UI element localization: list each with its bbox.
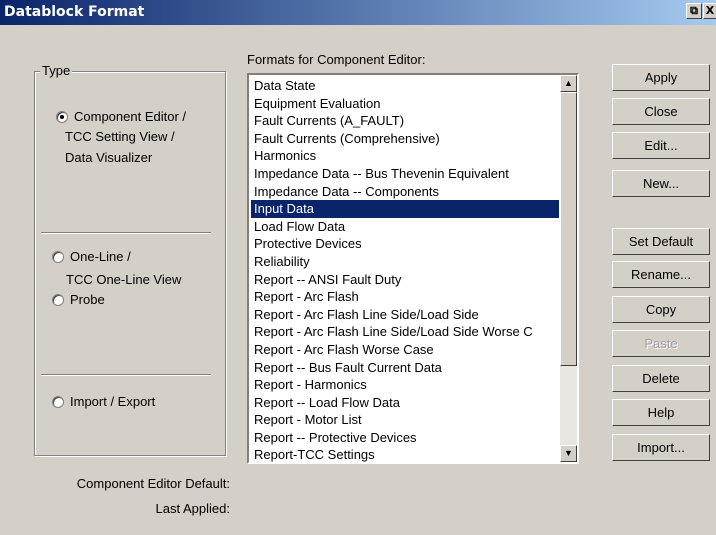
default-label: Component Editor Default:: [76, 476, 230, 491]
paste-button[interactable]: Paste: [612, 330, 710, 357]
radio-component-editor-label-1: Component Editor /: [74, 109, 187, 124]
set-default-button[interactable]: Set Default: [612, 228, 710, 255]
scroll-down-button[interactable]: ▼: [560, 445, 577, 462]
radio-component-editor[interactable]: [56, 111, 68, 123]
apply-button[interactable]: Apply: [612, 64, 710, 91]
list-item[interactable]: Report -- Bus Fault Current Data: [251, 359, 559, 377]
radio-probe-label: Probe: [70, 292, 105, 307]
copy-button[interactable]: Copy: [612, 296, 710, 323]
radio-component-editor-label-3: Data Visualizer: [65, 150, 153, 165]
radio-one-line-label-1: One-Line /: [70, 249, 131, 264]
import-button[interactable]: Import...: [612, 434, 710, 461]
radio-one-line[interactable]: [52, 251, 64, 263]
title-bar: Datablock Format ⧉ X: [0, 0, 716, 25]
list-item[interactable]: Impedance Data -- Components: [251, 183, 559, 201]
list-item[interactable]: Data State: [251, 77, 559, 95]
type-group-legend: Type: [40, 63, 73, 78]
list-item[interactable]: Protective Devices: [251, 235, 559, 253]
list-item[interactable]: Report - Arc Flash Line Side/Load Side W…: [251, 323, 559, 341]
list-item[interactable]: Input Data: [251, 200, 559, 218]
formats-label: Formats for Component Editor:: [247, 52, 426, 67]
list-item[interactable]: Equipment Evaluation: [251, 95, 559, 113]
list-item[interactable]: Fault Currents (Comprehensive): [251, 130, 559, 148]
list-item[interactable]: Load Flow Data: [251, 218, 559, 236]
list-item[interactable]: Report-TCC Settings: [251, 446, 559, 462]
formats-listbox[interactable]: Data State Equipment Evaluation Fault Curr…: [247, 73, 579, 464]
type-separator-2: [41, 374, 211, 376]
close-button[interactable]: Close: [612, 98, 710, 125]
list-item[interactable]: Harmonics: [251, 147, 559, 165]
help-button[interactable]: Help: [612, 399, 710, 426]
list-item[interactable]: Report - Arc Flash Line Side/Load Side: [251, 306, 559, 324]
radio-probe[interactable]: [52, 294, 64, 306]
list-item[interactable]: Report -- Protective Devices: [251, 429, 559, 447]
list-item[interactable]: Report - Arc Flash Worse Case: [251, 341, 559, 359]
scroll-thumb[interactable]: [560, 92, 577, 366]
edit-button[interactable]: Edit...: [612, 132, 710, 159]
list-item[interactable]: Fault Currents (A_FAULT): [251, 112, 559, 130]
last-applied-label: Last Applied:: [155, 501, 230, 516]
window-title: Datablock Format: [4, 4, 145, 20]
close-window-button[interactable]: X: [703, 3, 716, 19]
formats-scrollbar[interactable]: ▲ ▼: [560, 75, 577, 462]
new-button[interactable]: New...: [612, 170, 710, 197]
radio-one-line-label-2: TCC One-Line View: [66, 272, 182, 287]
formats-list: Data State Equipment Evaluation Fault Curr…: [251, 77, 559, 462]
list-item[interactable]: Report -- ANSI Fault Duty: [251, 271, 559, 289]
type-separator-1: [41, 232, 211, 234]
list-item[interactable]: Report - Harmonics: [251, 376, 559, 394]
radio-import-export[interactable]: [52, 396, 64, 408]
delete-button[interactable]: Delete: [612, 365, 710, 392]
restore-button[interactable]: ⧉: [686, 3, 702, 19]
list-item[interactable]: Reliability: [251, 253, 559, 271]
scroll-up-button[interactable]: ▲: [560, 75, 577, 92]
radio-component-editor-label-2: TCC Setting View /: [65, 129, 175, 144]
list-item[interactable]: Report - Motor List: [251, 411, 559, 429]
list-item[interactable]: Report - Arc Flash: [251, 288, 559, 306]
radio-import-export-label: Import / Export: [70, 394, 156, 409]
list-item[interactable]: Impedance Data -- Bus Thevenin Equivalen…: [251, 165, 559, 183]
list-item[interactable]: Report -- Load Flow Data: [251, 394, 559, 412]
rename-button[interactable]: Rename...: [612, 261, 710, 288]
